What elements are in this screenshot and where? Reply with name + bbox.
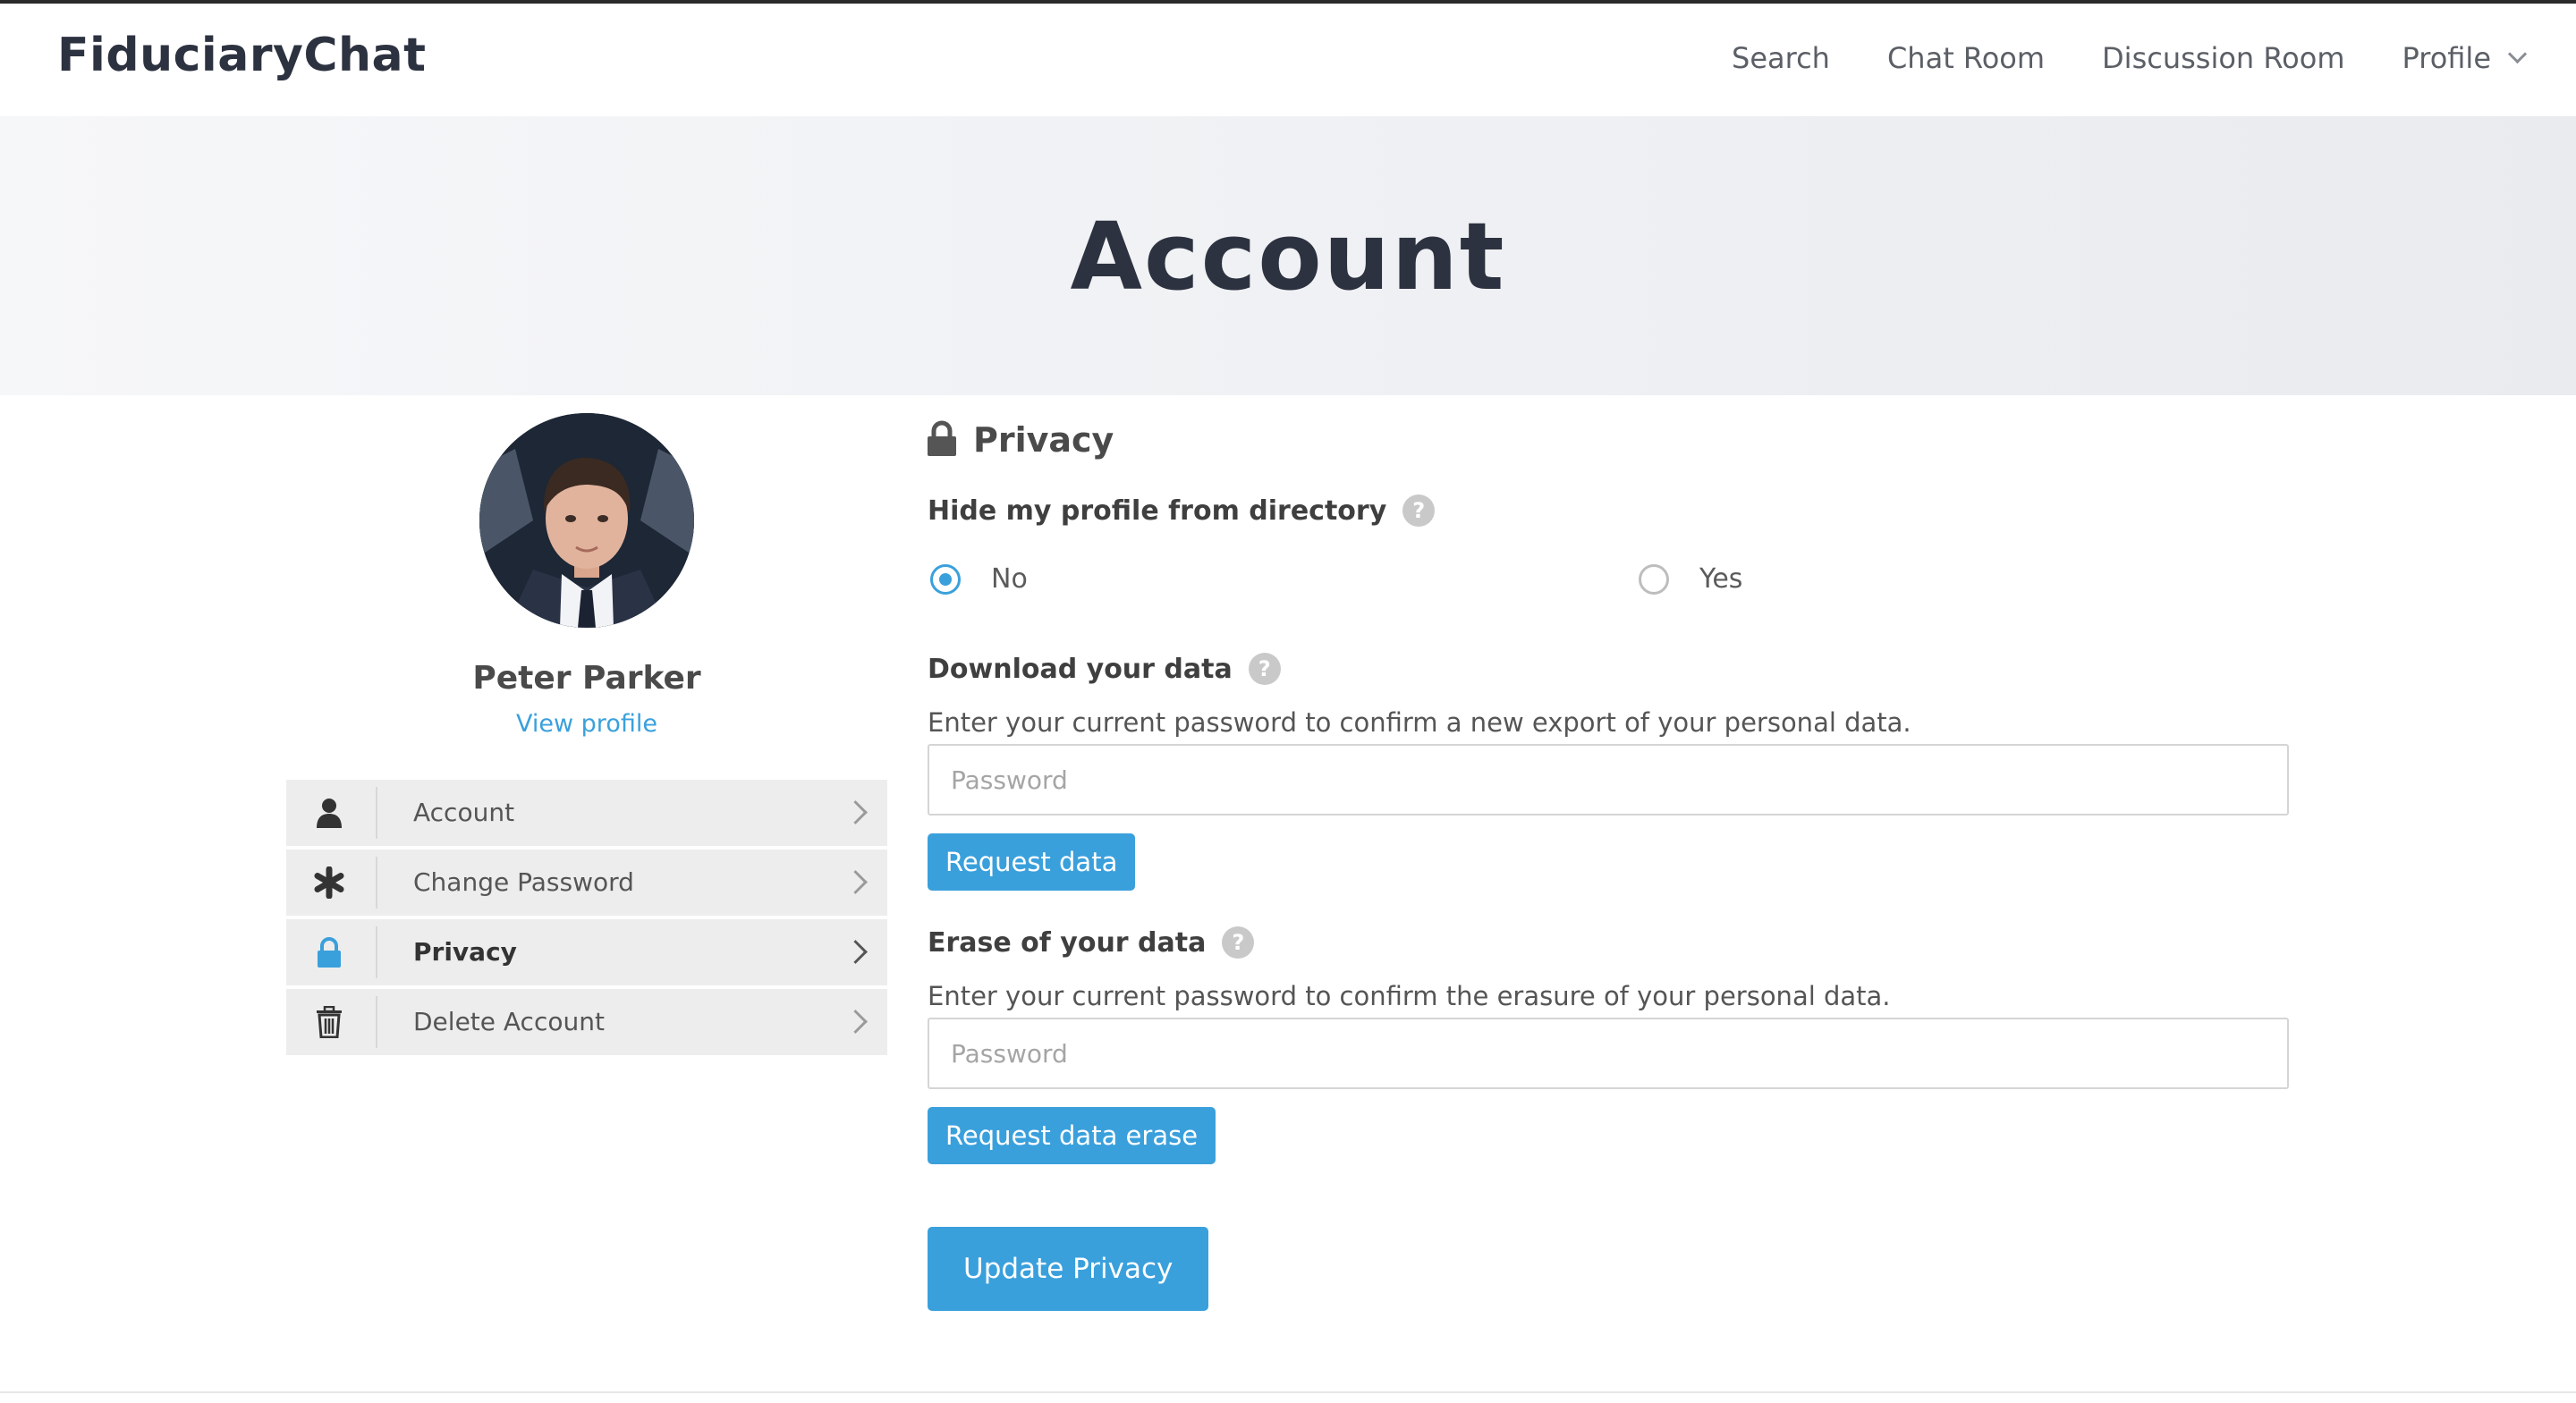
radio-label-no: No [991,563,1028,595]
erase-data-label-text: Erase of your data [928,926,1207,959]
page-title: Account [1070,202,1506,311]
nav-profile-dropdown[interactable]: Profile [2402,41,2528,75]
nav-chat-room[interactable]: Chat Room [1887,41,2045,75]
user-icon [311,796,347,830]
menu-divider [376,857,377,909]
download-data-description: Enter your current password to confirm a… [928,707,1911,738]
menu-divider [376,996,377,1048]
erase-password-input[interactable] [928,1018,2289,1089]
privacy-section-heading: Privacy [927,420,1114,460]
avatar [479,413,694,628]
nav-search[interactable]: Search [1732,41,1830,75]
sidebar-item-change-password[interactable]: Change Password [286,849,887,916]
help-icon[interactable]: ? [1248,653,1281,685]
sidebar-item-label: Account [413,798,515,827]
radio-button-no[interactable] [930,563,961,595]
sidebar-item-privacy[interactable]: Privacy [286,919,887,985]
nav-discussion-room[interactable]: Discussion Room [2102,41,2344,75]
radio-button-yes[interactable] [1639,563,1669,595]
lock-icon [927,420,957,460]
hide-profile-label-text: Hide my profile from directory [928,494,1387,527]
request-data-button[interactable]: Request data [928,833,1136,891]
section-title: Privacy [973,420,1114,460]
sidebar-item-account[interactable]: Account [286,780,887,846]
chevron-right-icon [843,1010,868,1034]
chevron-right-icon [843,940,868,964]
radio-option-yes[interactable]: Yes [1639,563,1742,595]
asterisk-icon [311,866,347,900]
account-menu: Account Change Password Privacy Delete A… [286,780,887,1059]
erase-data-description: Enter your current password to confirm t… [928,981,1891,1011]
erase-data-label: Erase of your data ? [928,926,1255,959]
chevron-right-icon [843,870,868,894]
chevron-right-icon [843,800,868,824]
download-password-input[interactable] [928,744,2289,816]
menu-divider [376,787,377,839]
update-privacy-button[interactable]: Update Privacy [928,1227,1209,1311]
sidebar-item-label: Delete Account [413,1007,605,1036]
help-icon[interactable]: ? [1222,926,1255,959]
page-header: Account [0,116,2576,395]
sidebar-item-label: Change Password [413,867,634,897]
help-icon[interactable]: ? [1402,494,1436,527]
menu-divider [376,926,377,978]
footer-divider [0,1391,2576,1393]
sidebar-item-label: Privacy [413,937,517,967]
brand-logo[interactable]: FiduciaryChat [57,29,427,82]
sidebar-item-delete-account[interactable]: Delete Account [286,989,887,1055]
trash-icon [311,1005,347,1039]
download-data-label-text: Download your data [928,653,1233,685]
top-navbar: FiduciaryChat Search Chat Room Discussio… [0,4,2576,116]
main-nav: Search Chat Room Discussion Room Profile [1674,41,2528,75]
request-data-erase-button[interactable]: Request data erase [928,1107,1216,1164]
lock-icon [311,935,347,969]
nav-profile-label: Profile [2402,41,2492,75]
view-profile-link[interactable]: View profile [318,710,855,738]
chevron-down-icon [2507,44,2528,63]
radio-label-yes: Yes [1699,563,1743,595]
download-data-label: Download your data ? [928,653,1281,685]
hide-profile-label: Hide my profile from directory ? [928,494,1436,527]
radio-option-no[interactable]: No [930,563,1028,595]
user-name: Peter Parker [472,660,701,697]
